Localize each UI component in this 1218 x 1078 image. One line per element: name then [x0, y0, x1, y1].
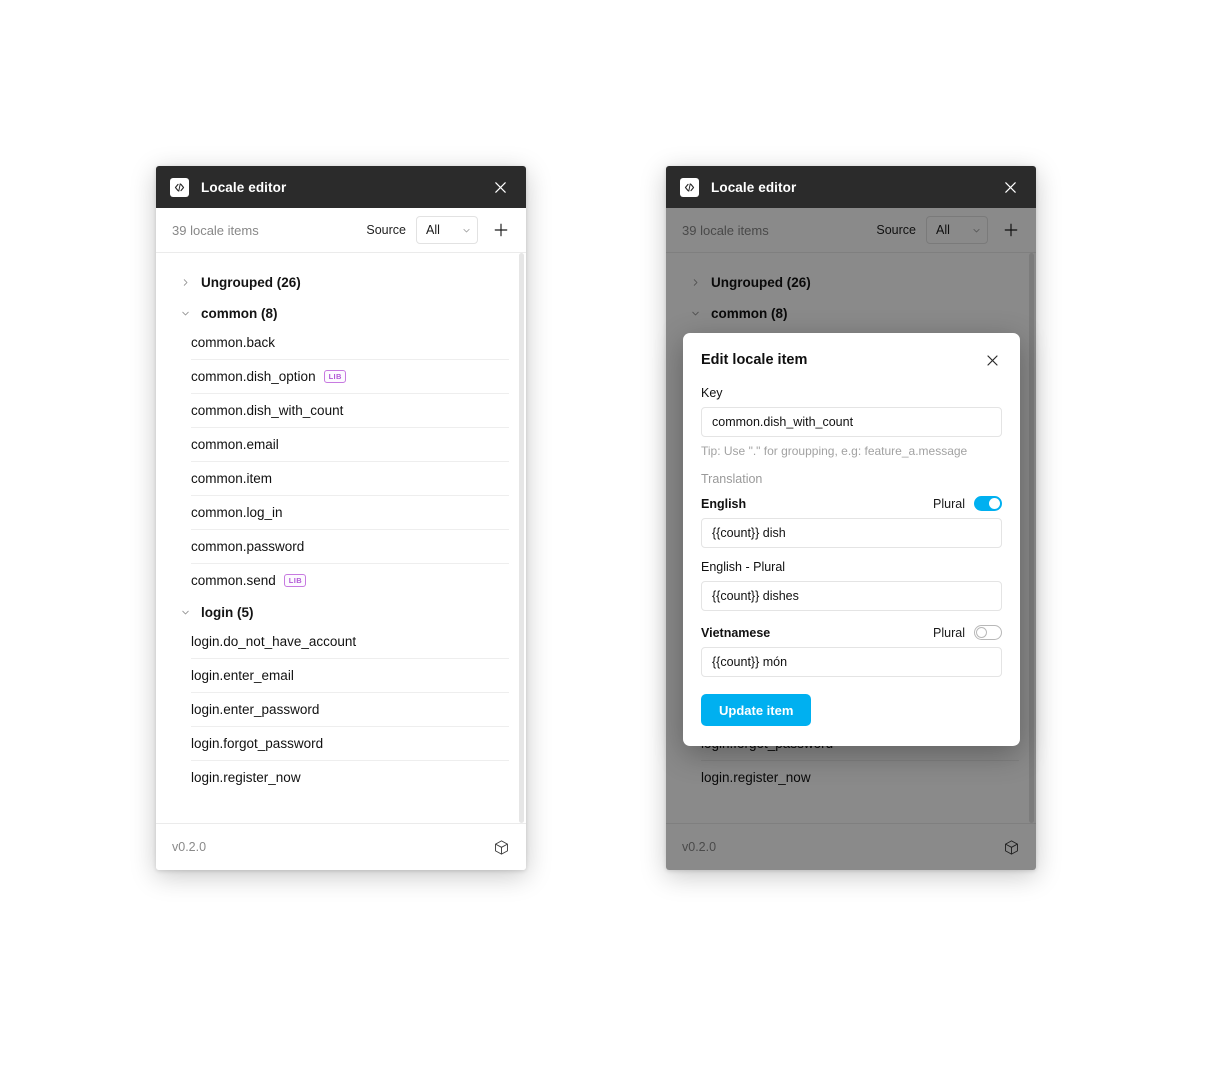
- toolbar-controls: Source All: [366, 216, 512, 244]
- list-item[interactable]: common.dish_option LIB: [191, 359, 509, 393]
- list-item[interactable]: common.email: [191, 427, 509, 461]
- modal-title: Edit locale item: [701, 352, 808, 368]
- locale-key: common.log_in: [191, 505, 283, 520]
- toolbar: 39 locale items Source All: [156, 208, 526, 253]
- locale-list-inner: Ungrouped (26) common (8) common.back co…: [156, 253, 526, 794]
- chevron-down-icon: [179, 309, 192, 318]
- close-icon[interactable]: [489, 176, 511, 198]
- version-label: v0.2.0: [172, 840, 207, 854]
- list-scrollbar-thumb[interactable]: [519, 253, 524, 823]
- code-brackets-icon: [680, 177, 699, 197]
- key-input[interactable]: [701, 407, 1002, 437]
- titlebar: Locale editor: [666, 166, 1036, 208]
- cube-icon[interactable]: [493, 839, 510, 856]
- toggle-knob: [989, 498, 1000, 509]
- group-label: Ungrouped (26): [201, 275, 301, 290]
- plural-label: Plural: [933, 625, 965, 640]
- window-title: Locale editor: [201, 179, 287, 195]
- source-select-value: All: [426, 223, 440, 237]
- group-label: login (5): [201, 605, 254, 620]
- language-label: English: [701, 496, 747, 511]
- list-item[interactable]: login.forgot_password: [191, 726, 509, 760]
- language-label: Vietnamese: [701, 625, 771, 640]
- locale-key: common.item: [191, 471, 273, 486]
- titlebar: Locale editor: [156, 166, 526, 208]
- locale-item-count: 39 locale items: [172, 222, 259, 238]
- list-item[interactable]: login.do_not_have_account: [191, 628, 509, 658]
- locale-key: login.enter_email: [191, 668, 294, 683]
- list-item[interactable]: common.log_in: [191, 495, 509, 529]
- locale-key: login.forgot_password: [191, 736, 324, 751]
- list-item[interactable]: common.send LIB: [191, 563, 509, 597]
- close-icon[interactable]: [999, 176, 1021, 198]
- group-row-ungrouped[interactable]: Ungrouped (26): [156, 267, 526, 298]
- toggle-knob: [976, 627, 987, 638]
- source-select[interactable]: All: [416, 216, 478, 244]
- plural-label: Plural: [933, 496, 965, 511]
- locale-key: login.enter_password: [191, 702, 320, 717]
- window-title: Locale editor: [711, 179, 797, 195]
- translation-row-english: English Plural: [701, 496, 1002, 511]
- group-row-common[interactable]: common (8): [156, 298, 526, 329]
- footer: v0.2.0: [156, 823, 526, 870]
- modal-header: Edit locale item: [701, 350, 1002, 370]
- translation-input-vietnamese[interactable]: [701, 647, 1002, 677]
- key-tip-text: Tip: Use "." for groupping, e.g: feature…: [701, 444, 968, 458]
- translation-input-english[interactable]: [701, 518, 1002, 548]
- plural-toggle-vietnamese[interactable]: [974, 625, 1002, 640]
- edit-locale-item-modal: Edit locale item Key Tip: Use "." for gr…: [683, 333, 1020, 746]
- locale-editor-panel-left: Locale editor 39 locale items Source All: [156, 166, 526, 870]
- list-item[interactable]: common.item: [191, 461, 509, 495]
- locale-key: common.password: [191, 539, 305, 554]
- lib-badge: LIB: [323, 369, 346, 384]
- plural-toggle-english[interactable]: [974, 496, 1002, 511]
- list-item[interactable]: common.password: [191, 529, 509, 563]
- list-item[interactable]: login.enter_password: [191, 692, 509, 726]
- list-item[interactable]: login.enter_email: [191, 658, 509, 692]
- locale-key: common.back: [191, 335, 276, 350]
- code-brackets-icon: [170, 177, 189, 197]
- list-item[interactable]: login.register_now: [191, 760, 509, 794]
- group-row-login[interactable]: login (5): [156, 597, 526, 628]
- close-icon[interactable]: [982, 350, 1002, 370]
- english-plural-label: English - Plural: [701, 560, 786, 574]
- locale-key: common.send: [191, 573, 276, 588]
- update-item-button[interactable]: Update item: [701, 694, 812, 726]
- locale-key: common.email: [191, 437, 279, 452]
- chevron-down-icon: [462, 226, 471, 235]
- locale-key: login.register_now: [191, 770, 301, 785]
- list-item[interactable]: common.dish_with_count: [191, 393, 509, 427]
- translation-input-english-plural[interactable]: [701, 581, 1002, 611]
- chevron-right-icon: [179, 278, 192, 287]
- plural-control: Plural: [933, 496, 1002, 511]
- list-item[interactable]: common.back: [191, 329, 509, 359]
- translation-section-label: Translation: [701, 472, 763, 486]
- locale-key: login.do_not_have_account: [191, 634, 357, 649]
- key-field-label: Key: [701, 386, 723, 400]
- locale-key: common.dish_option: [191, 369, 316, 384]
- plural-control: Plural: [933, 625, 1002, 640]
- add-locale-item-button[interactable]: [490, 219, 512, 241]
- locale-key: common.dish_with_count: [191, 403, 344, 418]
- translation-row-vietnamese: Vietnamese Plural: [701, 625, 1002, 640]
- locale-list[interactable]: Ungrouped (26) common (8) common.back co…: [156, 253, 526, 823]
- list-scrollbar[interactable]: [519, 253, 524, 823]
- group-label: common (8): [201, 306, 278, 321]
- lib-badge: LIB: [283, 573, 307, 588]
- chevron-down-icon: [179, 608, 192, 617]
- source-label: Source: [366, 223, 406, 237]
